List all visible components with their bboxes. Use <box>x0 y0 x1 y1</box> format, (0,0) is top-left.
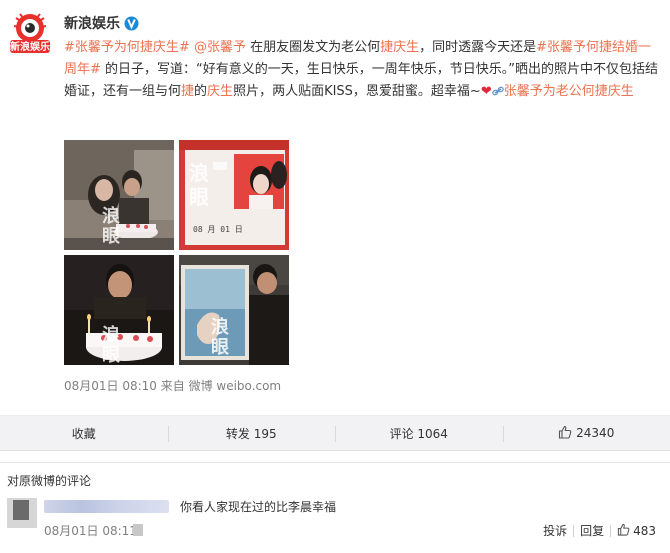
repost-button[interactable]: 转发 195 <box>167 416 336 450</box>
svg-text:眼: 眼 <box>189 185 209 209</box>
content-text: 在朋友圈发文为老公何 <box>245 40 381 55</box>
author-avatar[interactable]: 新浪娱乐 <box>8 10 52 56</box>
comment-like-count[interactable]: 483 <box>633 524 656 538</box>
reply-button[interactable]: 回复 <box>580 522 604 539</box>
svg-text:浪: 浪 <box>211 316 229 338</box>
content-text: 照片，两人贴面KISS，恩爱甜蜜。超幸福~ <box>233 84 481 99</box>
comment-section-title: 对原微博的评论 <box>7 474 92 488</box>
post-meta[interactable]: 08月01日 08:10 来自 微博 weibo.com <box>64 377 281 394</box>
post-photo[interactable]: 浪 眼 <box>64 140 174 250</box>
keyword-highlight: 捷 <box>181 84 195 99</box>
post-action-bar: 收藏 转发 195 评论 1064 24340 <box>0 415 670 451</box>
comment-like-button[interactable]: 483 <box>617 523 656 539</box>
heart-emoji-icon: ❤ <box>480 84 492 99</box>
svg-text:08 月 01 日: 08 月 01 日 <box>193 225 243 234</box>
svg-text:眼: 眼 <box>211 337 229 358</box>
svg-text:新浪娱乐: 新浪娱乐 <box>10 40 50 53</box>
post-photo[interactable]: 08 月 01 日 浪 眼 <box>179 140 289 250</box>
collect-label[interactable]: 收藏 <box>72 425 96 442</box>
post-content: #张馨予为何捷庆生# @张馨予 在朋友圈发文为老公何捷庆生，同时透露今天还是#张… <box>64 37 660 103</box>
thumbs-up-icon[interactable] <box>617 523 630 539</box>
post-photo[interactable]: 浪 眼 <box>64 255 174 365</box>
topic-link-text[interactable]: 张馨予为老公何 <box>504 84 595 99</box>
post-photo[interactable]: 浪 眼 <box>179 255 289 365</box>
commenter-avatar-figure <box>13 500 29 520</box>
svg-text:眼: 眼 <box>102 345 120 365</box>
comment-text: 你看人家现在过的比李晨幸福 <box>180 500 337 514</box>
collect-button[interactable]: 收藏 <box>0 416 168 450</box>
author-name[interactable]: 新浪娱乐 <box>64 13 139 33</box>
svg-text:浪: 浪 <box>102 205 120 227</box>
topic-link[interactable]: 张馨予为老公何捷庆生 <box>504 84 634 99</box>
svg-text:眼: 眼 <box>102 226 120 247</box>
comment-label[interactable]: 评论 1064 <box>390 425 448 442</box>
comment-actions: 投诉 回复 483 <box>543 522 656 539</box>
commenter-name-blurred[interactable] <box>44 500 169 513</box>
keyword-highlight: 庆生 <box>207 84 234 99</box>
topic-link-highlight[interactable]: 捷庆生 <box>595 84 634 99</box>
content-text: ，同时透露今天还是 <box>419 40 537 55</box>
svg-text:浪: 浪 <box>102 324 120 346</box>
thumbs-up-icon[interactable] <box>558 425 572 442</box>
comment-timestamp: 08月01日 08:11 <box>44 524 137 538</box>
divider <box>573 524 575 537</box>
divider <box>610 524 612 537</box>
report-button[interactable]: 投诉 <box>543 522 567 539</box>
comment-button[interactable]: 评论 1064 <box>335 416 503 450</box>
like-count[interactable]: 24340 <box>576 426 614 440</box>
author-name-text[interactable]: 新浪娱乐 <box>64 13 120 33</box>
hashtag-link[interactable]: #张馨予为何捷庆生# <box>64 40 190 55</box>
mention-link[interactable]: @张馨予 <box>194 40 246 55</box>
link-icon <box>492 82 504 96</box>
like-button[interactable]: 24340 <box>502 416 670 450</box>
photo-grid: 浪 眼 08 月 01 日 浪 眼 浪 眼 浪 眼 <box>64 140 290 366</box>
comment-meta-blurred <box>133 524 143 536</box>
verified-badge-icon <box>124 15 139 31</box>
svg-text:浪: 浪 <box>189 161 209 185</box>
content-text: 的 <box>194 84 208 99</box>
repost-label[interactable]: 转发 195 <box>226 425 277 442</box>
comment-section: 对原微博的评论 你看人家现在过的比李晨幸福 08月01日 08:11 投诉 回复… <box>0 462 670 553</box>
weibo-post: 新浪娱乐 新浪娱乐 #张馨予为何捷庆生# @张馨予 在朋友圈发文为老公何捷庆生，… <box>0 0 670 412</box>
keyword-highlight: 捷庆生 <box>380 40 420 55</box>
